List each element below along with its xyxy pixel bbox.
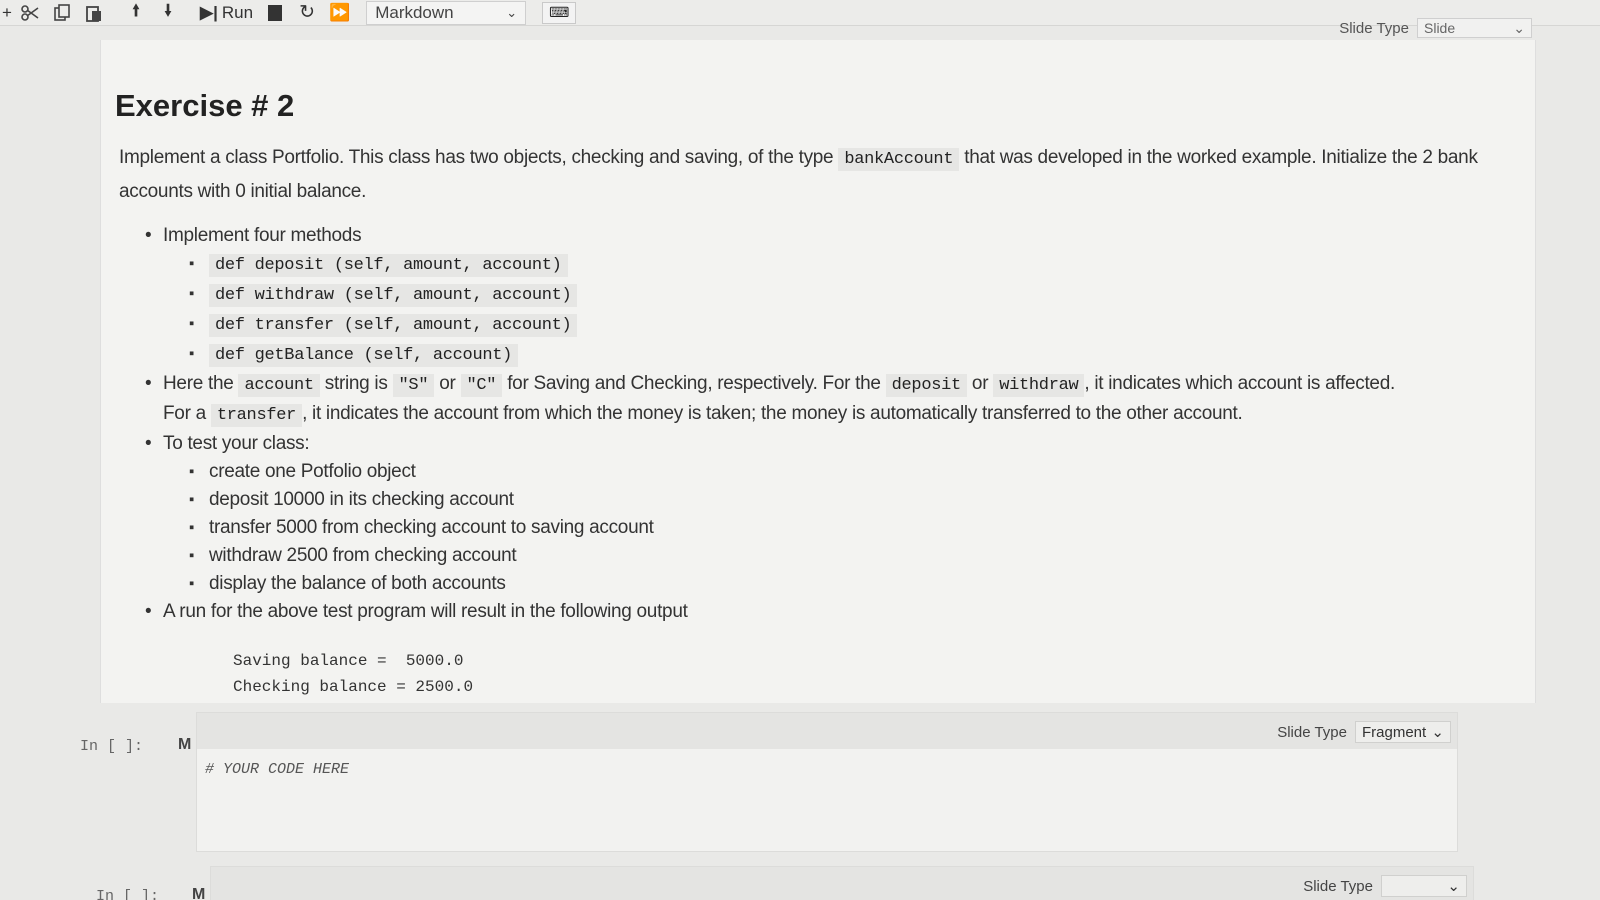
markdown-cell[interactable]: Exercise # 2 Implement a class Portfolio… xyxy=(100,40,1536,703)
run-button[interactable]: ▶| Run xyxy=(194,1,259,25)
slide-type-select[interactable]: ⌄ xyxy=(1381,875,1467,897)
arrow-down-icon: 🠛 xyxy=(163,1,173,20)
method-transfer: def transfer (self, amount, account) xyxy=(209,314,578,337)
sample-output: Saving balance = 5000.0 Checking balance … xyxy=(233,648,1515,700)
list-item: withdraw 2500 from checking account xyxy=(189,542,1515,570)
interrupt-button[interactable] xyxy=(259,1,291,25)
list-item: To test your class: create one Potfolio … xyxy=(145,430,1515,598)
arrow-up-icon: 🠙 xyxy=(131,1,141,20)
chevron-down-icon: ⌄ xyxy=(506,4,518,20)
here-text-2: string is xyxy=(324,373,388,394)
cell-toolbar: Slide Type Fragment ⌄ xyxy=(197,713,1457,749)
keyboard-icon: ⌨ xyxy=(549,4,570,20)
top-slide-type-value: Slide xyxy=(1424,20,1456,36)
list-item: display the balance of both accounts xyxy=(189,570,1515,598)
list-item: def deposit (self, amount, account) xyxy=(189,250,1515,280)
transfer-code: transfer xyxy=(210,404,303,427)
methods-heading: Implement four methods xyxy=(163,225,362,246)
output-line-saving: Saving balance = 5000.0 xyxy=(233,652,464,670)
copy-icon xyxy=(54,3,70,21)
or-text: or xyxy=(439,373,456,394)
list-item: Implement four methods def deposit (self… xyxy=(145,222,1515,370)
methods-list: def deposit (self, amount, account) def … xyxy=(189,250,1515,370)
slide-type-label: Slide Type xyxy=(1277,723,1347,741)
here-text-1: Here the xyxy=(163,373,234,394)
cut-button[interactable] xyxy=(14,1,46,25)
withdraw-code: withdraw xyxy=(993,374,1085,397)
paste-button[interactable] xyxy=(78,1,110,25)
for-text-2: , it indicates the account from which th… xyxy=(302,403,1243,424)
code-cell[interactable]: Slide Type ⌄ xyxy=(210,866,1474,900)
cell-prompt: In [ ]: xyxy=(80,738,144,755)
deposit-code: deposit xyxy=(885,374,967,397)
intro-paragraph: Implement a class Portfolio. This class … xyxy=(115,142,1515,208)
list-item: def transfer (self, amount, account) xyxy=(189,310,1515,340)
add-cell-button[interactable]: + xyxy=(0,1,14,25)
cell-type-value: Markdown xyxy=(375,2,454,22)
restart-button[interactable]: ↻ xyxy=(291,1,323,25)
exercise-title: Exercise # 2 xyxy=(115,88,295,123)
cell-mode-indicator: M xyxy=(192,886,206,900)
slide-type: Slide Type Fragment ⌄ xyxy=(1277,721,1451,743)
top-slide-type-label: Slide Type xyxy=(1339,19,1409,37)
top-slide-type: Slide Type Slide ⌄ xyxy=(1339,18,1532,38)
top-slide-type-select[interactable]: Slide ⌄ xyxy=(1417,18,1532,38)
here-text-3: for Saving and Checking, respectively. F… xyxy=(507,373,881,394)
move-down-button[interactable]: 🠛 xyxy=(152,1,184,25)
instruction-list: Implement four methods def deposit (self… xyxy=(145,222,1515,626)
chevron-down-icon: ⌄ xyxy=(1513,19,1525,36)
list-item: def getBalance (self, account) xyxy=(189,340,1515,370)
s-code: "S" xyxy=(392,374,435,397)
or-text-2: or xyxy=(971,373,989,394)
test-list: create one Potfolio object deposit 10000… xyxy=(189,458,1515,598)
method-getbalance: def getBalance (self, account) xyxy=(209,344,519,367)
account-code: account xyxy=(238,374,320,397)
list-item: deposit 10000 in its checking account xyxy=(189,486,1515,514)
move-up-button[interactable]: 🠙 xyxy=(120,1,152,25)
slide-type: Slide Type ⌄ xyxy=(1303,875,1467,897)
cell-mode-indicator: M xyxy=(178,736,192,753)
cell-toolbar: Slide Type ⌄ xyxy=(211,867,1473,900)
c-code: "C" xyxy=(460,374,503,397)
slide-type-select[interactable]: Fragment ⌄ xyxy=(1355,721,1451,743)
list-item: def withdraw (self, amount, account) xyxy=(189,280,1515,310)
intro-code: bankAccount xyxy=(838,148,960,171)
output-heading: A run for the above test program will re… xyxy=(163,601,688,622)
markdown-content: Exercise # 2 Implement a class Portfolio… xyxy=(115,88,1515,700)
step-forward-icon: ▶| xyxy=(200,2,218,22)
run-label: Run xyxy=(221,2,254,22)
code-cell[interactable]: Slide Type Fragment ⌄ # YOUR CODE HERE xyxy=(196,712,1458,852)
cell-prompt: In [ ]: xyxy=(96,888,160,900)
chevron-down-icon: ⌄ xyxy=(1447,878,1460,895)
method-deposit: def deposit (self, amount, account) xyxy=(209,254,568,277)
paste-icon xyxy=(86,5,101,22)
list-item: Here the account string is "S" or "C" fo… xyxy=(145,370,1515,430)
for-text-1: For a xyxy=(163,403,206,424)
chevron-down-icon: ⌄ xyxy=(1431,724,1444,741)
command-palette-button[interactable]: ⌨ xyxy=(542,1,577,24)
method-withdraw: def withdraw (self, amount, account) xyxy=(209,284,578,307)
fast-forward-icon: ⏩ xyxy=(329,2,351,22)
intro-text-1: Implement a class Portfolio. This class … xyxy=(119,147,834,168)
copy-button[interactable] xyxy=(46,1,78,25)
stop-icon xyxy=(268,4,283,21)
code-comment: # YOUR CODE HERE xyxy=(205,761,350,778)
run-all-button[interactable]: ⏩ xyxy=(323,1,356,25)
list-item: transfer 5000 from checking account to s… xyxy=(189,514,1515,542)
restart-icon: ↻ xyxy=(299,2,315,23)
slide-type-value: Fragment xyxy=(1362,723,1427,741)
slide-type-label: Slide Type xyxy=(1303,877,1373,895)
here-text-4: , it indicates which account is affected… xyxy=(1084,373,1395,394)
code-editor[interactable]: # YOUR CODE HERE xyxy=(197,749,1457,790)
list-item: A run for the above test program will re… xyxy=(145,598,1515,626)
test-heading: To test your class: xyxy=(163,433,310,454)
output-line-checking: Checking balance = 2500.0 xyxy=(233,678,474,696)
cell-type-select[interactable]: Markdown ⌄ xyxy=(366,0,527,25)
list-item: create one Potfolio object xyxy=(189,458,1515,486)
scissors-icon xyxy=(21,4,39,21)
